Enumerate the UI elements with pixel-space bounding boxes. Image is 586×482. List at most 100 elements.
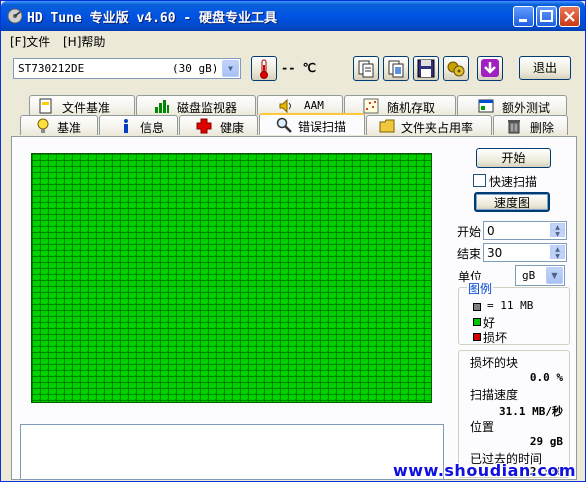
end-value: 30 [487,246,503,260]
disk-monitor-icon [155,100,169,113]
download-button[interactable] [477,56,503,81]
chevron-down-icon[interactable]: ▼ [546,267,563,284]
tab-label: 文件夹占用率 [401,121,474,135]
scan-speed-label: 扫描速度 [470,388,519,402]
legend-group: 图例 = 11 MB 好 损坏 [458,280,570,345]
maximize-button[interactable] [536,6,557,27]
unit-select[interactable]: gB ▼ [515,265,565,286]
tab-random-access[interactable]: 随机存取 [344,95,456,115]
tab-disk-monitor[interactable]: 磁盘监视器 [136,95,256,115]
end-label: 结束 [457,247,482,261]
legend-title: 图例 [467,280,494,297]
download-arrow-icon [481,59,499,77]
options-button[interactable] [443,56,469,81]
temperature-readout: -- ℃ [281,61,317,75]
menu-help[interactable]: [H]帮助 [63,33,105,50]
tab-label: 健康 [220,121,245,135]
info-icon [124,119,128,133]
tab-folder-usage[interactable]: 文件夹占用率 [366,115,492,135]
copy-text-button[interactable] [353,56,379,81]
file-benchmark-icon [39,98,52,114]
tab-label: 文件基准 [62,101,111,115]
error-scan-panel: 开始 快速扫描 速度图 开始 0 ▲ ▼ 结束 30 ▲ ▼ 单位 gB ▼ 图例 … [11,136,577,480]
tools-icon [447,61,465,77]
spin-arrows[interactable]: ▲ ▼ [550,245,565,260]
damaged-blocks-label: 损坏的块 [470,356,519,370]
tab-label: AAM [304,99,324,112]
title-bar[interactable]: HD Tune 专业版 v4.60 - 硬盘专业工具 [1,1,585,31]
unit-value: gB [522,269,536,282]
tab-label: 额外测试 [502,101,551,115]
spin-down-icon[interactable]: ▼ [550,230,565,238]
random-access-icon [363,98,379,114]
spin-arrows[interactable]: ▲ ▼ [550,223,565,238]
legend-unit-text: = 11 MB [487,299,534,312]
tab-extra-tests[interactable]: 额外测试 [457,95,567,115]
floppy-disk-icon [417,59,435,78]
minimize-button[interactable] [513,6,534,27]
minimize-icon [519,19,527,22]
health-cross-icon [196,118,212,134]
close-button[interactable] [559,6,580,27]
tab-error-scan[interactable]: 错误扫描 [259,113,365,135]
lightbulb-icon [37,118,49,133]
trash-icon [508,120,520,134]
tab-label: 磁盘监视器 [177,101,238,115]
scan-block-map [31,153,432,403]
tab-benchmark[interactable]: 基准 [20,115,98,135]
window-title: HD Tune 专业版 v4.60 - 硬盘专业工具 [27,11,278,26]
drive-name: ST730212DE [18,62,85,75]
tab-file-benchmark[interactable]: 文件基准 [29,95,135,115]
watermark-text: www.shoudian.com [393,461,577,480]
tab-label: 随机存取 [387,101,436,115]
magnifier-icon [276,117,292,133]
tab-info[interactable]: 信息 [99,115,178,135]
tab-health[interactable]: 健康 [179,115,258,135]
tab-label: 错误扫描 [298,120,347,134]
spin-up-icon[interactable]: ▲ [550,245,565,253]
speed-map-button[interactable]: 速度图 [474,192,550,212]
extra-tests-icon [478,99,494,113]
position-label: 位置 [470,420,495,434]
chevron-down-icon[interactable]: ▼ [222,60,239,77]
copy-all-icon [388,60,404,78]
start-label: 开始 [457,225,482,239]
unit-block-swatch [473,303,481,311]
spin-up-icon[interactable]: ▲ [550,223,565,231]
menu-bar: [F]文件 [H]帮助 [1,31,585,50]
copy-icon [358,60,374,78]
scan-stats-group: 损坏的块 0.0 % 扫描速度 31.1 MB/秒 位置 29 gB 已过去的时… [458,350,570,478]
spin-down-icon[interactable]: ▼ [550,252,565,260]
damaged-blocks-value: 0.0 % [529,371,563,384]
bad-block-swatch [473,333,481,341]
position-value: 29 gB [529,435,563,448]
tab-label: 删除 [530,121,555,135]
drive-select[interactable]: ST730212DE (30 gB) ▼ [13,58,241,79]
log-textbox[interactable] [20,424,444,480]
scan-speed-value: 31.1 MB/秒 [499,405,563,418]
tab-label: 基准 [57,121,82,135]
start-scan-button[interactable]: 开始 [476,148,551,168]
tab-erase[interactable]: 删除 [493,115,568,135]
quick-scan-label: 快速扫描 [489,175,538,189]
hdtune-app-icon [7,8,23,24]
quick-scan-checkbox[interactable] [473,174,486,187]
exit-button[interactable]: 退出 [519,56,571,80]
copy-all-button[interactable] [383,56,409,81]
drive-size: (30 gB) [172,62,219,75]
start-value: 0 [487,224,495,238]
thermometer-icon [260,59,268,79]
end-position-input[interactable]: 30 ▲ ▼ [483,243,567,262]
save-button[interactable] [413,56,439,81]
toolbar: ST730212DE (30 gB) ▼ -- ℃ 退出 [1,51,585,87]
good-block-swatch [473,318,481,326]
maximize-icon [540,10,553,22]
tab-aam[interactable]: AAM [257,95,343,115]
menu-file[interactable]: [F]文件 [10,33,50,50]
tab-label: 信息 [140,121,165,135]
close-icon [564,11,575,22]
start-position-input[interactable]: 0 ▲ ▼ [483,221,567,240]
speaker-icon [279,98,291,114]
app-window: HD Tune 专业版 v4.60 - 硬盘专业工具 [F]文件 [H]帮助 S… [0,0,586,482]
temperature-button[interactable] [251,56,277,81]
